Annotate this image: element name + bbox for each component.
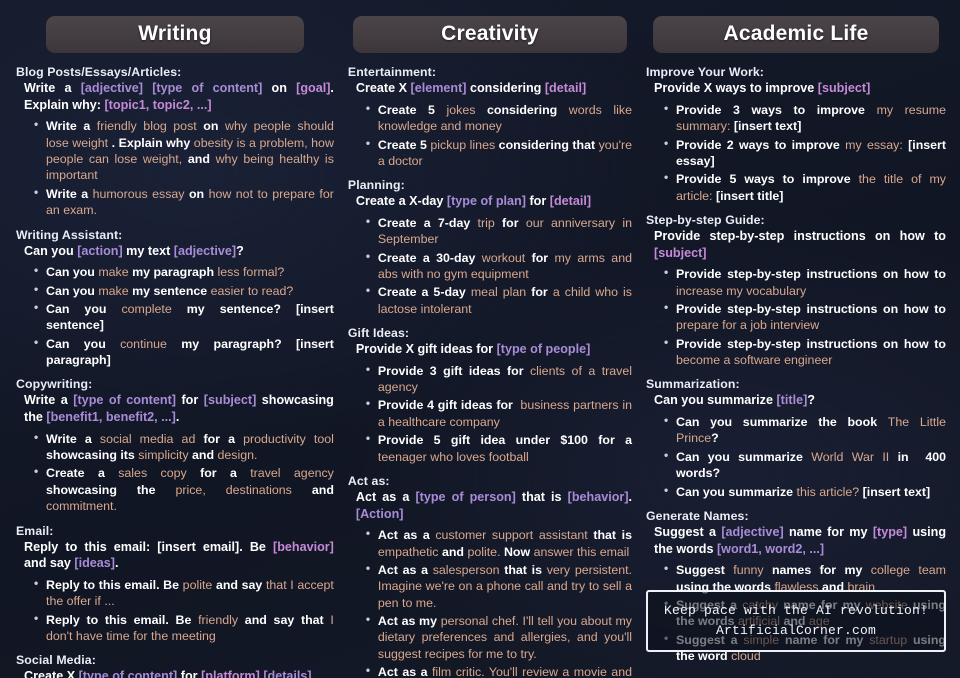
list-item: Act as a customer support assistant that…: [366, 526, 632, 560]
section-blog-posts: Blog Posts/Essays/Articles: Write a [adj…: [16, 65, 334, 218]
list-item: Can you complete my sentence? [insert se…: [34, 300, 334, 334]
list-item: Provide 2 ways to improve my essay: [ins…: [664, 136, 946, 170]
list-item: Create a sales copy for a travel agency …: [34, 464, 334, 514]
list-item: Reply to this email. Be friendly and say…: [34, 611, 334, 645]
promo-headline: Keep pace with the AI revolution!: [663, 603, 929, 618]
section-writing-assistant: Writing Assistant: Can you [action] my t…: [16, 228, 334, 369]
list-item: Provide 3 ways to improve my resume summ…: [664, 101, 946, 135]
cheat-sheet-board: Writing Blog Posts/Essays/Articles: Writ…: [0, 0, 960, 678]
list-item: Can you continue my paragraph? [insert p…: [34, 335, 334, 369]
list-item: Can you summarize this article? [insert …: [664, 483, 946, 500]
section-summarization: Summarization: Can you summarize [title]…: [646, 377, 946, 499]
list-item: Provide step-by-step instructions on how…: [664, 335, 946, 369]
list-item: Create 5 jokes considering words like kn…: [366, 101, 632, 135]
section-title: Generate Names:: [646, 508, 749, 523]
section-template: Create X [element] considering [detail]: [355, 81, 587, 96]
section-title: Gift Ideas:: [347, 326, 410, 341]
section-title: Social Media:: [16, 653, 96, 668]
section-act-as: Act as: Act as a [type of person] that i…: [348, 474, 632, 678]
section-template: Suggest a [adjective] name for my [type]…: [654, 524, 947, 556]
list-item: Create a 5-day meal plan for a child who…: [366, 283, 632, 317]
example-list: Provide 3 ways to improve my resume summ…: [646, 101, 946, 204]
list-item: Provide 5 ways to improve the title of m…: [664, 170, 946, 204]
list-item: Create a 7-day trip for our anniversary …: [366, 214, 632, 248]
column-header-academic-life: Academic Life: [653, 16, 939, 54]
column-creativity: Creativity Entertainment: Create X [elem…: [342, 8, 638, 678]
example-list: Act as a customer support assistant that…: [348, 526, 632, 678]
list-item: Can you summarize World War II in 400 wo…: [664, 448, 946, 482]
section-title: Step-by-step Guide:: [646, 213, 765, 227]
section-step-by-step-guide: Step-by-step Guide: Provide step-by-step…: [646, 213, 946, 368]
list-item: Can you summarize the book The Little Pr…: [664, 413, 946, 447]
list-item: Write a friendly blog post on why people…: [34, 117, 334, 184]
section-title: Entertainment:: [347, 65, 437, 80]
list-item: Can you make my sentence easier to read?: [34, 282, 334, 299]
section-template: Provide X gift ideas for [type of people…: [355, 342, 591, 357]
section-template: Write a [type of content] for [subject] …: [24, 393, 334, 425]
example-list: Create a 7-day trip for our anniversary …: [348, 214, 632, 317]
list-item: Create a 30-day workout for my arms and …: [366, 249, 632, 283]
section-title: Email:: [16, 523, 54, 538]
example-list: Can you summarize the book The Little Pr…: [646, 413, 946, 500]
section-title: Act as:: [347, 473, 390, 488]
list-item: Can you make my paragraph less formal?: [34, 263, 334, 280]
section-title: Writing Assistant:: [16, 227, 123, 242]
list-item: Reply to this email. Be polite and say t…: [34, 576, 334, 610]
section-template: Create X [type of content] for [platform…: [24, 669, 312, 678]
section-template: Provide step-by-step instructions on how…: [654, 229, 946, 260]
section-template: Create a X-day [type of plan] for [detai…: [355, 194, 592, 209]
section-template: Reply to this email: [insert email]. Be …: [24, 539, 334, 571]
example-list: Write a friendly blog post on why people…: [16, 117, 334, 219]
section-template: Can you [action] my text [adjective]?: [24, 243, 244, 258]
column-header-writing: Writing: [45, 16, 304, 54]
column-writing: Writing Blog Posts/Essays/Articles: Writ…: [6, 8, 342, 678]
example-list: Provide step-by-step instructions on how…: [646, 265, 946, 369]
example-list: Provide 3 gift ideas for clients of a tr…: [348, 362, 632, 465]
list-item: Act as a salesperson that is very persis…: [366, 561, 632, 611]
promo-website: ArtificialCorner.com: [715, 622, 877, 638]
section-title: Blog Posts/Essays/Articles:: [16, 65, 182, 80]
promo-callout-box: Keep pace with the AI revolution! Artifi…: [646, 590, 946, 652]
list-item: Provide step-by-step instructions on how…: [664, 300, 946, 334]
list-item: Act as a film critic. You'll review a mo…: [366, 663, 632, 678]
example-list: Can you make my paragraph less formal? C…: [16, 263, 334, 369]
section-template: Provide X ways to improve [subject]: [654, 81, 871, 96]
list-item: Provide step-by-step instructions on how…: [664, 265, 946, 299]
list-item: Provide 5 gift idea under $100 for a tee…: [366, 431, 632, 465]
section-gift-ideas: Gift Ideas: Provide X gift ideas for [ty…: [348, 326, 632, 465]
column-academic-life: Academic Life Improve Your Work: Provide…: [638, 8, 954, 674]
section-entertainment: Entertainment: Create X [element] consid…: [348, 65, 632, 169]
list-item: Create 5 pickup lines considering that y…: [366, 136, 632, 170]
example-list: Create 5 jokes considering words like kn…: [348, 101, 632, 170]
section-copywriting: Copywriting: Write a [type of content] f…: [16, 377, 334, 514]
section-template: Act as a [type of person] that is [behav…: [355, 489, 633, 521]
example-list: Write a social media ad for a productivi…: [16, 430, 334, 515]
section-planning: Planning: Create a X-day [type of plan] …: [348, 178, 632, 317]
section-title: Planning:: [347, 178, 405, 193]
section-social-media: Social Media: Create X [type of content]…: [16, 653, 334, 678]
list-item: Provide 4 gift ideas for business partne…: [366, 396, 632, 430]
section-template: Write a [adjective] [type of content] on…: [24, 81, 334, 112]
list-item: Write a humorous essay on how not to pre…: [34, 185, 334, 219]
section-title: Improve Your Work:: [646, 65, 764, 80]
section-title: Copywriting:: [16, 377, 93, 392]
column-header-creativity: Creativity: [352, 16, 627, 54]
example-list: Reply to this email. Be polite and say t…: [16, 576, 334, 645]
list-item: Write a social media ad for a productivi…: [34, 430, 334, 464]
list-item: Provide 3 gift ideas for clients of a tr…: [366, 362, 632, 396]
section-template: Can you summarize [title]?: [654, 393, 815, 408]
list-item: Act as my personal chef. I'll tell you a…: [366, 612, 632, 662]
section-title: Summarization:: [646, 377, 740, 392]
section-email: Email: Reply to this email: [insert emai…: [16, 524, 334, 645]
section-improve-your-work: Improve Your Work: Provide X ways to imp…: [646, 65, 946, 204]
